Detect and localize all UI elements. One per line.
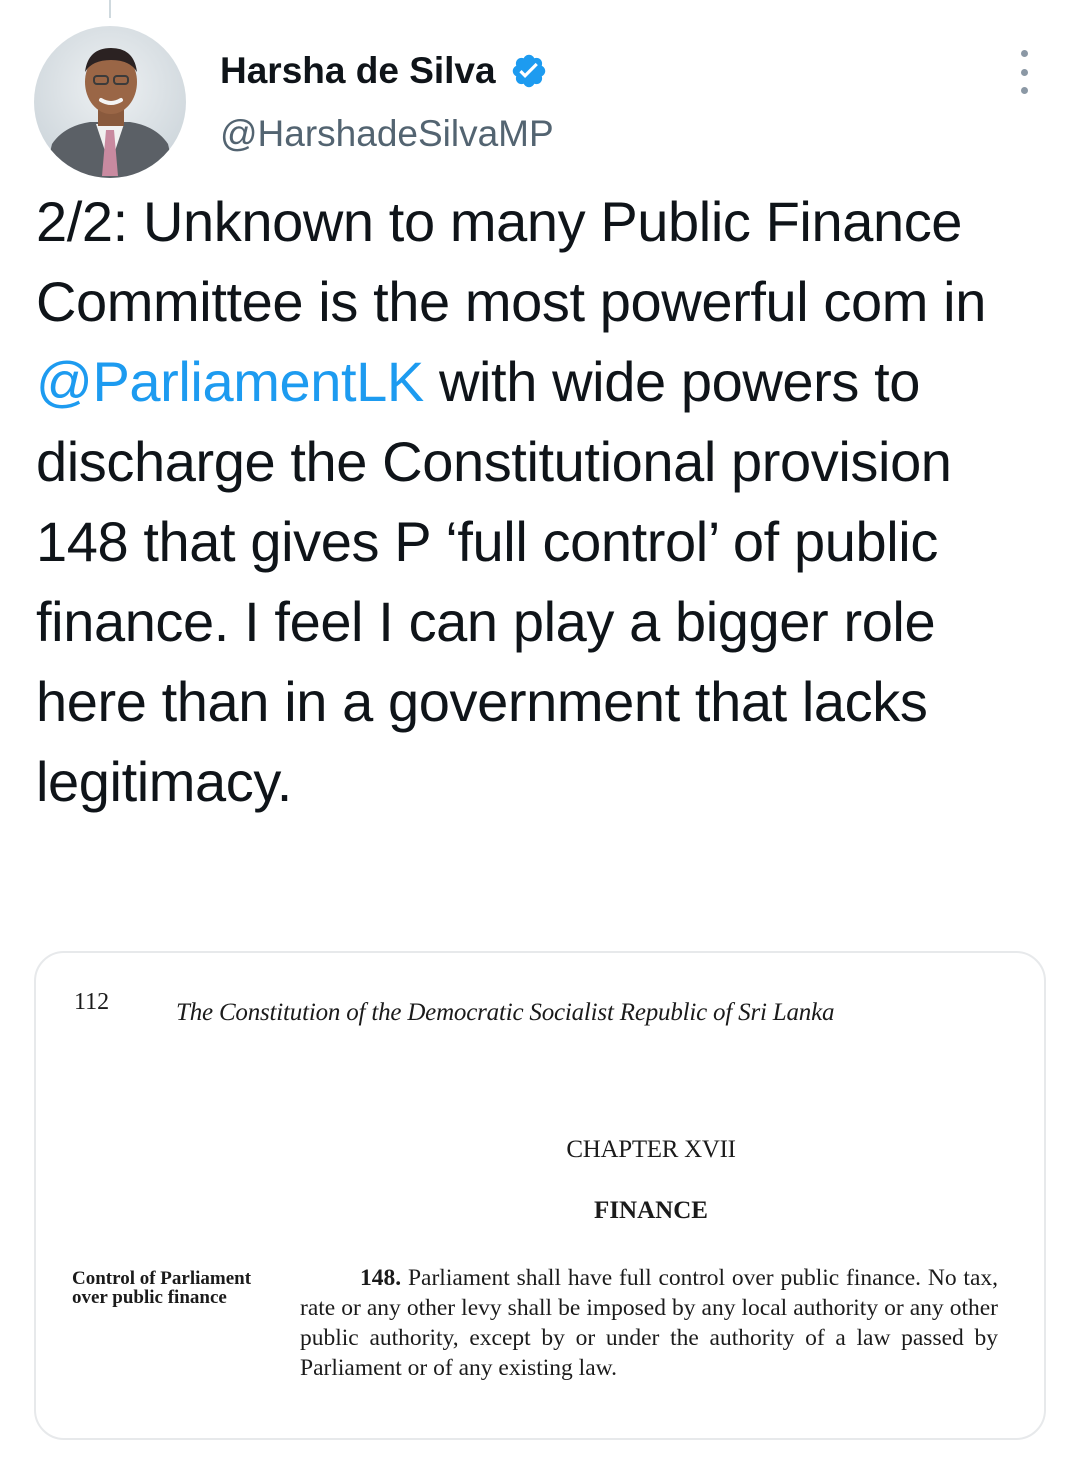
avatar[interactable]: [34, 26, 186, 178]
mention-link[interactable]: @ParliamentLK: [36, 350, 424, 413]
document-page-number: 112: [74, 989, 110, 1015]
author-handle[interactable]: @HarshadeSilvaMP: [220, 110, 554, 158]
more-options-icon: [1020, 50, 1028, 57]
more-options-icon-dot-2: [1020, 68, 1028, 76]
more-options-button[interactable]: [1004, 50, 1044, 94]
author-display-name[interactable]: Harsha de Silva: [220, 46, 548, 96]
tweet-text-before-mention: 2/2: Unknown to many Public Finance Comm…: [36, 190, 986, 333]
document-section-text: Parliament shall have full control over …: [300, 1265, 999, 1381]
author-name-text: Harsha de Silva: [220, 50, 496, 91]
thread-connector-line: [109, 0, 111, 18]
document-section-body: 148. Parliament shall have full control …: [300, 1263, 998, 1383]
document-section-number: 148.: [360, 1265, 402, 1291]
document-header: The Constitution of the Democratic Socia…: [176, 999, 835, 1026]
document-section-title: FINANCE: [594, 1197, 708, 1224]
document-chapter: CHAPTER XVII: [566, 1136, 736, 1163]
document-margin-note: Control of Parliament over public financ…: [72, 1268, 252, 1308]
attached-image[interactable]: 112 The Constitution of the Democratic S…: [34, 951, 1046, 1440]
avatar-photo-icon: [34, 26, 186, 178]
tweet-text: 2/2: Unknown to many Public Finance Comm…: [36, 182, 1046, 822]
verified-badge-icon: [510, 52, 548, 90]
tweet-text-after-mention: with wide powers to discharge the Consti…: [36, 350, 952, 813]
more-options-icon-dot-3: [1020, 87, 1028, 94]
